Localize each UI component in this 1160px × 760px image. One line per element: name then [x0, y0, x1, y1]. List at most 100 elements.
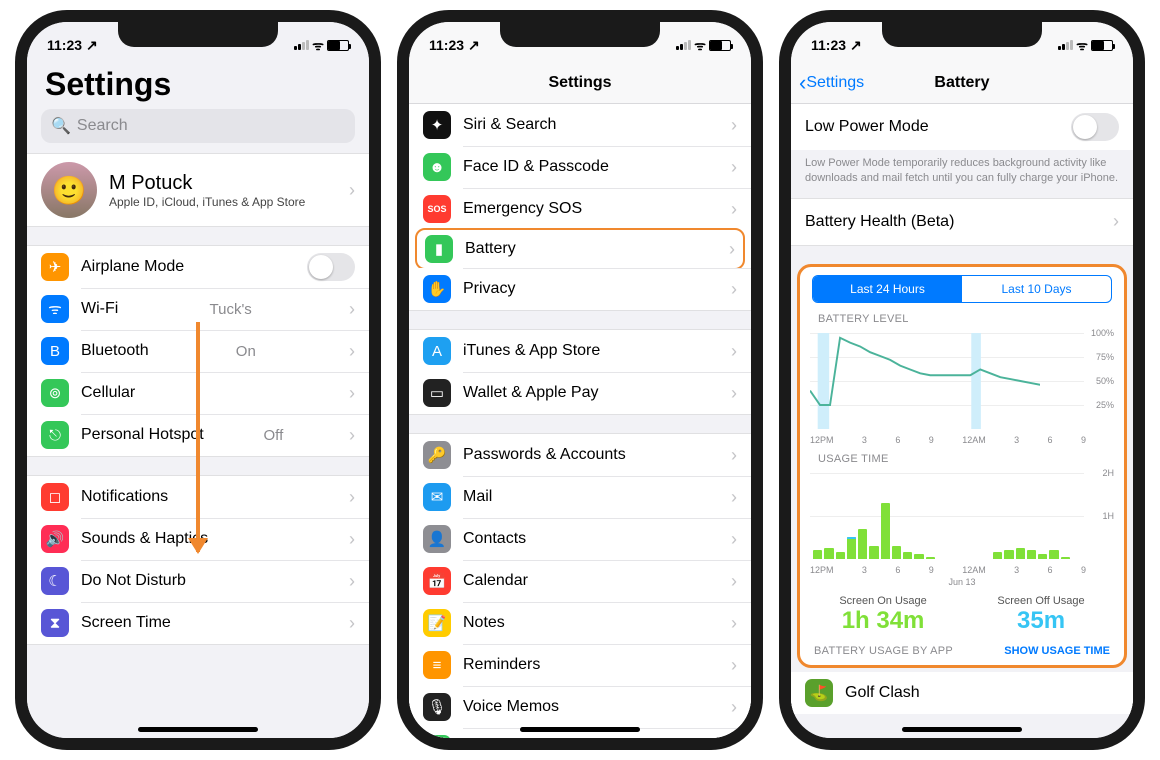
navbar: Settings: [409, 62, 751, 104]
row-label: Reminders: [463, 656, 540, 674]
settings-row[interactable]: 👤Contacts›: [409, 518, 751, 560]
notch: [882, 21, 1042, 47]
lpm-note: Low Power Mode temporarily reduces backg…: [791, 150, 1133, 198]
settings-row[interactable]: 📅Calendar›: [409, 560, 751, 602]
battery-health-row[interactable]: Battery Health (Beta) ›: [791, 199, 1133, 245]
settings-row[interactable]: AiTunes & App Store ›: [409, 330, 751, 372]
settings-row[interactable]: ✋Privacy›: [409, 268, 751, 310]
usage-bar: [914, 554, 923, 558]
row-icon: ◻: [41, 483, 69, 511]
settings-row[interactable]: ✈ Airplane Mode: [27, 246, 369, 288]
settings-row[interactable]: 📝 Notes ›: [409, 602, 751, 644]
row-icon: A: [423, 337, 451, 365]
row-label: Cellular: [81, 384, 135, 402]
battery-line-icon: [810, 333, 1040, 429]
row-icon: ᯤ: [41, 295, 69, 323]
row-icon: 👤: [423, 525, 451, 553]
home-indicator[interactable]: [520, 727, 640, 732]
screen-off-label: Screen Off Usage: [997, 595, 1084, 607]
seg-last-10d[interactable]: Last 10 Days: [962, 276, 1111, 302]
ytick: 25%: [1096, 400, 1114, 410]
settings-row[interactable]: 🎙Voice Memos›: [409, 686, 751, 728]
settings-row[interactable]: ⧗Screen Time›: [27, 602, 369, 644]
row-label: iTunes & App Store: [463, 342, 600, 360]
chevron-right-icon: ›: [731, 487, 737, 508]
usage-summary: Screen On Usage 1h 34m Screen Off Usage …: [804, 587, 1120, 645]
usage-bar: [858, 529, 867, 559]
app-usage-row[interactable]: ⛳ Golf Clash: [791, 672, 1133, 714]
row-label: Passwords & Accounts: [463, 446, 626, 464]
screen-off-value: 35m: [997, 607, 1084, 635]
back-label: Settings: [806, 74, 864, 92]
row-icon: ✈: [41, 253, 69, 281]
settings-row[interactable]: SOSEmergency SOS›: [409, 188, 751, 230]
row-label: Personal Hotspot: [81, 426, 204, 444]
toggle[interactable]: [307, 253, 355, 281]
row-value: Tuck's: [210, 301, 252, 318]
time-range-segmented[interactable]: Last 24 Hours Last 10 Days: [812, 275, 1112, 303]
location-icon: ↗: [468, 37, 480, 54]
apple-id-row[interactable]: 🙂 M Potuck Apple ID, iCloud, iTunes & Ap…: [27, 154, 369, 226]
usage-bar: [1061, 557, 1070, 559]
status-time: 11:23: [47, 37, 82, 53]
chevron-left-icon: ‹: [799, 70, 806, 96]
by-app-head: BATTERY USAGE BY APP: [814, 645, 953, 657]
back-button[interactable]: ‹ Settings: [799, 70, 864, 96]
search-input[interactable]: 🔍 Search: [41, 109, 355, 143]
settings-row[interactable]: ✦Siri & Search›: [409, 104, 751, 146]
search-placeholder: Search: [77, 117, 128, 135]
usage-bar: [881, 503, 890, 559]
row-icon: ⎋: [41, 421, 69, 449]
row-icon: ⧗: [41, 609, 69, 637]
ytick: 75%: [1096, 352, 1114, 362]
navbar: ‹ Settings Battery: [791, 62, 1133, 104]
settings-row[interactable]: ☻Face ID & Passcode›: [409, 146, 751, 188]
screen-on-value: 1h 34m: [839, 607, 926, 635]
chevron-right-icon: ›: [1113, 211, 1119, 232]
usage-bar: [1004, 550, 1013, 559]
phone-settings-main: 11:23 ↗ ᯤ Settings 🔍 Search 🙂 M Potuck A…: [15, 10, 381, 750]
settings-row[interactable]: ▮Battery›: [415, 228, 745, 270]
chart-date: Jun 13: [804, 575, 1120, 587]
chevron-right-icon: ›: [731, 613, 737, 634]
row-label: Airplane Mode: [81, 258, 184, 276]
row-label: Wi-Fi: [81, 300, 118, 318]
page-title: Settings: [27, 62, 369, 109]
settings-row[interactable]: ☾Do Not Disturb›: [27, 560, 369, 602]
row-icon: ✦: [423, 111, 451, 139]
row-icon: ✋: [423, 275, 451, 303]
usage-bar: [1038, 554, 1047, 558]
row-icon: 📝: [423, 609, 451, 637]
usage-bar: [813, 550, 822, 559]
home-indicator[interactable]: [902, 727, 1022, 732]
settings-row[interactable]: ✉Mail›: [409, 476, 751, 518]
phone-settings-scrolled: 11:23 ↗ ᯤ Settings ✦Siri & Search›☻Face …: [397, 10, 763, 750]
usage-bar: [847, 537, 856, 559]
row-label: Screen Time: [81, 614, 171, 632]
xticks: 12PM36912AM369: [804, 565, 1120, 575]
settings-row[interactable]: ≡Reminders›: [409, 644, 751, 686]
ytick: 50%: [1096, 376, 1114, 386]
home-indicator[interactable]: [138, 727, 258, 732]
lpm-toggle[interactable]: [1071, 113, 1119, 141]
seg-last-24h[interactable]: Last 24 Hours: [813, 276, 962, 302]
search-icon: 🔍: [51, 116, 71, 136]
chevron-right-icon: ›: [731, 341, 737, 362]
battery-icon: [1091, 40, 1113, 51]
settings-row[interactable]: ▭Wallet & Apple Pay›: [409, 372, 751, 414]
chevron-right-icon: ›: [731, 199, 737, 220]
battery-charts-highlight: Last 24 Hours Last 10 Days BATTERY LEVEL…: [797, 264, 1127, 668]
row-label: Face ID & Passcode: [463, 158, 609, 176]
settings-row[interactable]: 🔑Passwords & Accounts›: [409, 434, 751, 476]
row-label: Notes: [463, 614, 505, 632]
show-usage-time-button[interactable]: SHOW USAGE TIME: [1004, 645, 1110, 657]
row-label: Mail: [463, 488, 492, 506]
status-time: 11:23: [811, 37, 846, 53]
row-label: Do Not Disturb: [81, 572, 186, 590]
app-icon: ⛳: [805, 679, 833, 707]
row-label: Contacts: [463, 530, 526, 548]
row-value: Off: [264, 427, 284, 444]
row-icon: B: [41, 337, 69, 365]
row-icon: 🔑: [423, 441, 451, 469]
row-value: On: [236, 343, 256, 360]
